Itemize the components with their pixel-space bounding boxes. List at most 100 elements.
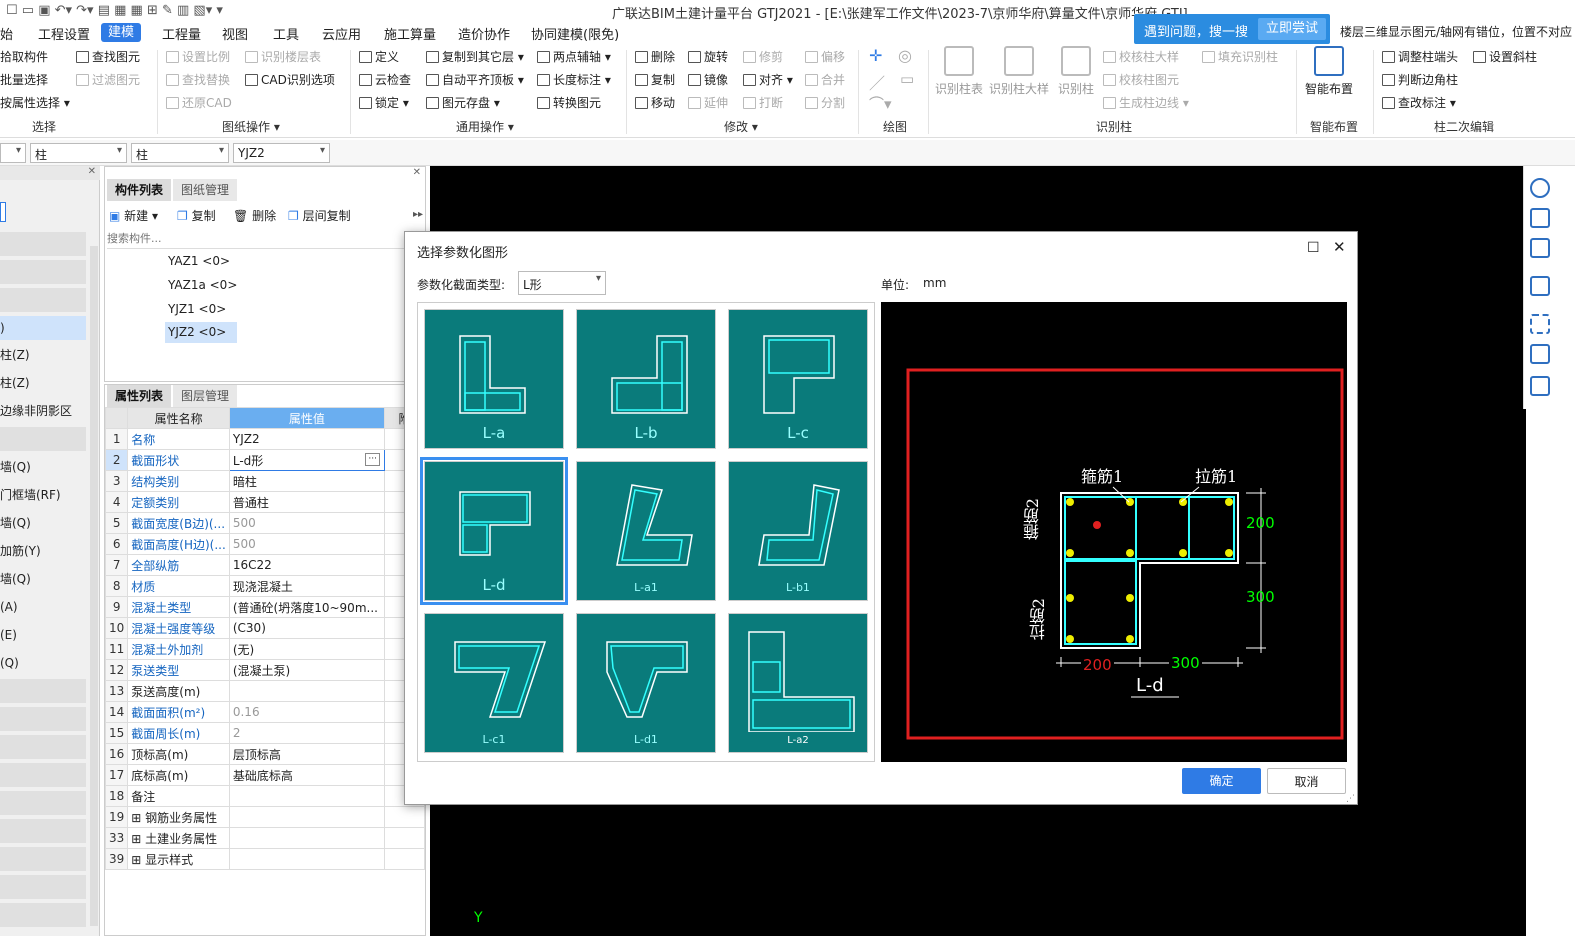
tab-start[interactable]: 始 (0, 24, 13, 43)
find-element-button[interactable]: 查找图元 (76, 48, 140, 65)
fullscreen-icon[interactable] (1530, 314, 1550, 334)
more-icon[interactable]: ▸▸ (413, 209, 423, 220)
tab-project-settings[interactable]: 工程设置 (38, 24, 90, 43)
shape-thumb[interactable]: L-b1 (728, 461, 868, 601)
close-icon[interactable]: ✕ (1333, 238, 1346, 256)
component-search-input[interactable] (107, 229, 423, 249)
copy-to-other-floor-button[interactable]: 复制到其它层 ▾ (426, 48, 524, 65)
help-try-button[interactable]: 立即尝试 (1258, 18, 1327, 40)
tab-collab-modeling[interactable]: 协同建模(限免) (531, 24, 619, 43)
type-select[interactable]: L形 (518, 271, 606, 295)
type-select[interactable]: 柱 (131, 143, 229, 163)
cad-identify-options-button[interactable]: CAD识别选项 (245, 71, 335, 88)
shape-thumb-selected[interactable]: L-d (420, 457, 568, 605)
two-point-axis-button[interactable]: 两点辅轴 ▾ (537, 48, 611, 65)
comp-close-icon[interactable]: ✕ (413, 167, 421, 178)
left-nav-item[interactable]: (E) (0, 623, 86, 647)
shape-thumb[interactable]: L-a1 (576, 461, 716, 601)
merge-button[interactable]: 合并 (805, 71, 845, 88)
left-nav-item[interactable]: 墙(Q) (0, 511, 86, 535)
identify-floor-table-button[interactable]: 识别楼层表 (245, 48, 321, 65)
break-button[interactable]: 打断 (743, 94, 783, 111)
tab-view[interactable]: 视图 (222, 24, 248, 43)
identify-column-detail-button[interactable]: 识别柱大样 (988, 46, 1050, 97)
resize-grip-icon[interactable]: ⋰ (1346, 794, 1355, 804)
copy-button[interactable]: 复制 (635, 71, 675, 88)
tab-property-list[interactable]: 属性列表 (107, 385, 172, 407)
component-item[interactable]: YAZ1a <0> (168, 278, 237, 292)
table-row[interactable]: 19 ⊞ 钢筋业务属性 (104, 806, 426, 828)
smart-layout-button[interactable]: 智能布置 (1299, 46, 1359, 97)
tab-drawing-management[interactable]: 图纸管理 (173, 179, 238, 201)
draw-point-icon[interactable]: ✛ (869, 46, 882, 65)
group-general-label[interactable]: 通用操作 ▾ (456, 118, 514, 135)
floor-select[interactable] (0, 143, 26, 163)
mirror-button[interactable]: 镜像 (688, 71, 728, 88)
ellipsis-button[interactable]: ··· (365, 453, 380, 466)
left-nav-item[interactable]: 加筋(Y) (0, 539, 86, 563)
select-by-property-button[interactable]: 按属性选择 ▾ (0, 94, 70, 111)
orbit-icon[interactable] (1530, 178, 1550, 198)
auto-align-slab-button[interactable]: 自动平齐顶板 ▾ (426, 71, 524, 88)
delete-button[interactable]: 删除 (635, 48, 675, 65)
cube-view-icon[interactable] (1530, 276, 1550, 296)
report-icon[interactable] (1530, 376, 1550, 396)
cloud-check-button[interactable]: 云检查 (359, 71, 411, 88)
extend-button[interactable]: 延伸 (688, 94, 728, 111)
move-button[interactable]: 移动 (635, 94, 675, 111)
group-drawing-label[interactable]: 图纸操作 ▾ (222, 118, 280, 135)
component-select[interactable]: YJZ2 (233, 143, 330, 163)
shape-thumb[interactable]: L-c1 (424, 613, 564, 753)
check-annotation-button[interactable]: 查改标注 ▾ (1382, 94, 1456, 111)
pick-component-button[interactable]: 拾取构件 (0, 48, 48, 65)
draw-rect-icon[interactable]: ▭ (900, 70, 914, 88)
batch-select-button[interactable]: 批量选择 (0, 71, 48, 88)
tab-component-list[interactable]: 构件列表 (107, 179, 172, 201)
left-nav-selected[interactable]: ) (0, 316, 86, 340)
trim-button[interactable]: 修剪 (743, 48, 783, 65)
draw-line-icon[interactable]: ／ (869, 70, 885, 94)
filter-element-button[interactable]: 过滤图元 (76, 71, 140, 88)
table-row[interactable]: 39 ⊞ 显示样式 (104, 848, 426, 870)
left-nav-item[interactable]: 边缘非阴影区(Z) (0, 399, 86, 442)
define-button[interactable]: 定义 (359, 48, 399, 65)
table-row[interactable]: 33 ⊞ 土建业务属性 (104, 827, 426, 849)
tab-layer-management[interactable]: 图层管理 (173, 385, 238, 407)
set-scale-button[interactable]: 设置比例 (166, 48, 230, 65)
identify-column-table-button[interactable]: 识别柱表 (934, 46, 984, 97)
ok-button[interactable]: 确定 (1182, 768, 1261, 794)
cancel-button[interactable]: 取消 (1267, 768, 1346, 794)
identify-column-button[interactable]: 识别柱 (1056, 46, 1096, 97)
check-column-element-button[interactable]: 校核柱图元 (1103, 71, 1179, 88)
tab-cost-collab[interactable]: 造价协作 (458, 24, 510, 43)
align-button[interactable]: 对齐 ▾ (743, 71, 793, 88)
left-nav-search[interactable] (0, 202, 6, 222)
left-nav-scrollbar[interactable] (90, 246, 98, 926)
copy-component-button[interactable]: ❐ 复制 (177, 207, 216, 224)
tab-quantities[interactable]: 工程量 (162, 24, 201, 43)
offset-button[interactable]: 偏移 (805, 48, 845, 65)
left-nav-item[interactable]: 墙(Q) (0, 455, 86, 479)
layer-icon[interactable] (1530, 344, 1550, 364)
tab-cloud[interactable]: 云应用 (322, 24, 361, 43)
fill-identify-column-button[interactable]: 填充识别柱 (1202, 48, 1278, 65)
floor-copy-button[interactable]: ❐ 层间复制 (288, 207, 351, 224)
left-nav-item[interactable]: 墙(Q) (0, 567, 86, 591)
length-dimension-button[interactable]: 长度标注 ▾ (537, 71, 611, 88)
restore-cad-button[interactable]: 还原CAD (166, 94, 232, 111)
lock-button[interactable]: 锁定 ▾ (359, 94, 409, 111)
box-view-icon[interactable] (1530, 238, 1550, 258)
left-nav-item[interactable]: 门框墙(RF) (0, 483, 86, 507)
convert-element-button[interactable]: 转换图元 (537, 94, 601, 111)
tab-tools[interactable]: 工具 (273, 24, 299, 43)
3d-view-icon[interactable] (1530, 208, 1550, 228)
find-replace-button[interactable]: 查找替换 (166, 71, 230, 88)
set-inclined-column-button[interactable]: 设置斜柱 (1473, 48, 1537, 65)
quick-access-icons[interactable]: ☐ ▭ ▣ ↶▾ ↷▾ ▤ ▦ ▦ ⊞ ✎ ▥ ▧▾ ▾ (6, 3, 223, 18)
rotate-button[interactable]: 旋转 (688, 48, 728, 65)
split-button[interactable]: 分割 (805, 94, 845, 111)
left-nav-item[interactable]: (A) (0, 595, 86, 619)
generate-column-edge-button[interactable]: 生成柱边线 ▾ (1103, 94, 1189, 111)
draw-arc-icon[interactable]: ⌒▾ (869, 93, 892, 114)
group-modify-label[interactable]: 修改 ▾ (724, 118, 758, 135)
